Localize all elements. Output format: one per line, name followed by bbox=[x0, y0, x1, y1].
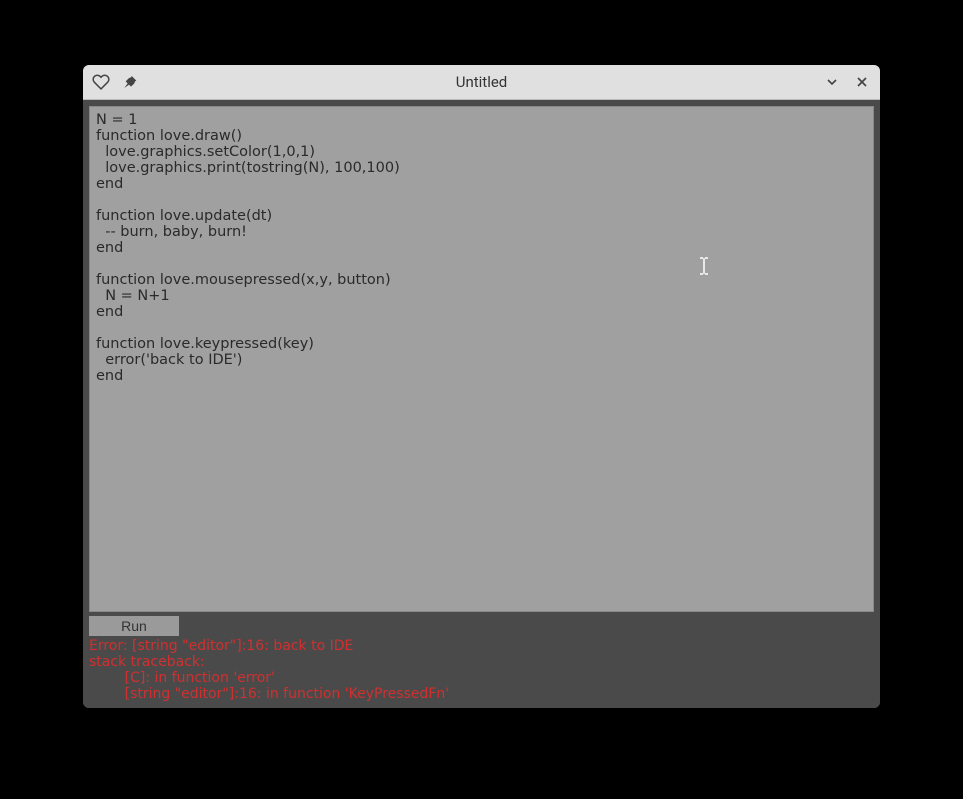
chevron-down-icon[interactable] bbox=[822, 72, 842, 92]
close-icon[interactable] bbox=[852, 72, 872, 92]
titlebar-right bbox=[822, 72, 872, 92]
text-cursor-icon bbox=[700, 257, 708, 275]
titlebar-left bbox=[83, 72, 139, 92]
code-content: N = 1 function love.draw() love.graphics… bbox=[96, 112, 400, 384]
code-editor[interactable]: N = 1 function love.draw() love.graphics… bbox=[89, 106, 874, 612]
window-title: Untitled bbox=[83, 73, 880, 91]
error-output: Error: [string "editor"]:16: back to IDE… bbox=[89, 638, 874, 702]
pin-icon[interactable] bbox=[119, 72, 139, 92]
run-button[interactable]: Run bbox=[89, 616, 179, 636]
heart-icon[interactable] bbox=[91, 72, 111, 92]
titlebar: Untitled bbox=[83, 65, 880, 100]
editor-window: Untitled N = 1 function love.draw() love… bbox=[83, 65, 880, 708]
bottom-panel: Run Error: [string "editor"]:16: back to… bbox=[83, 612, 880, 708]
